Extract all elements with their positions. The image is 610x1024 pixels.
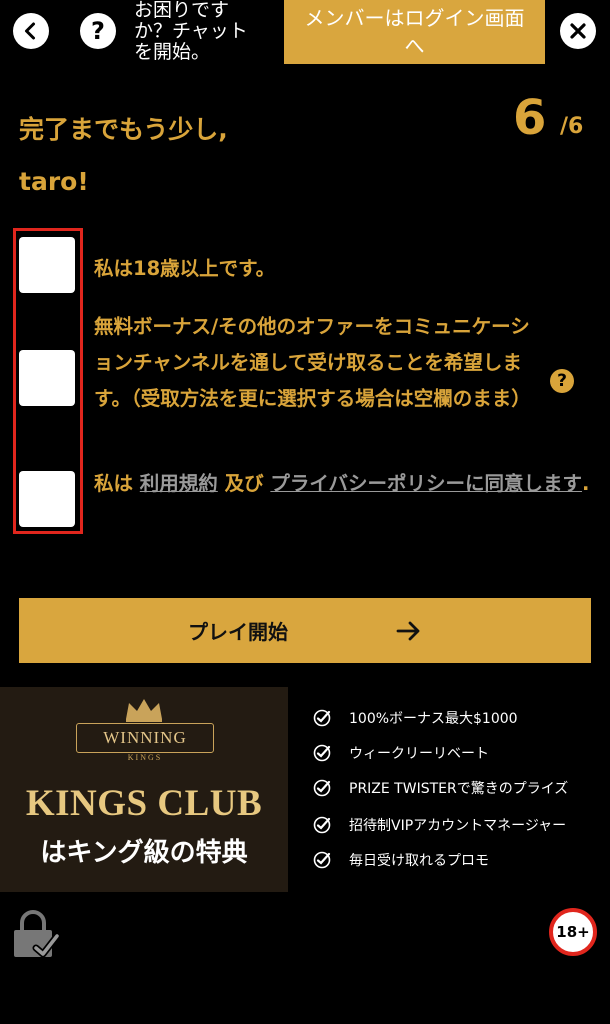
close-icon	[570, 23, 586, 39]
terms-checkbox[interactable]	[19, 471, 75, 527]
step-current: 6	[513, 90, 547, 146]
page-title: 完了までもう少し,	[19, 115, 228, 144]
play-start-button[interactable]: プレイ開始	[19, 598, 591, 663]
user-name: taro!	[19, 167, 89, 196]
terms-consent-label: 私は 利用規約 及び プライバシーポリシーに同意します.	[94, 466, 594, 502]
feature-item: 毎日受け取れるプロモ	[313, 850, 603, 870]
age-checkbox[interactable]	[19, 237, 75, 293]
help-chat-button[interactable]: ?	[80, 13, 116, 49]
back-button[interactable]	[13, 13, 49, 49]
feature-text: PRIZE TWISTERで驚きのプライズ	[349, 781, 569, 797]
privacy-link[interactable]: プライバシーポリシーに同意します	[270, 472, 582, 495]
kings-club-banner: WINNING KINGS KINGS CLUB はキング級の特典	[0, 687, 288, 892]
help-chat-text[interactable]: お困りですか？チャットを開始。	[134, 0, 264, 63]
feature-text: 100%ボーナス最大$1000	[349, 711, 518, 727]
question-icon[interactable]: ?	[550, 369, 574, 393]
lock-icon	[10, 910, 61, 964]
terms-link[interactable]: 利用規約	[140, 472, 218, 495]
marketing-checkbox[interactable]	[19, 350, 75, 406]
check-icon	[313, 851, 331, 869]
play-start-label: プレイ開始	[188, 620, 288, 644]
arrow-right-icon	[396, 620, 422, 642]
terms-prefix: 私は	[94, 472, 140, 495]
age-restriction-badge: 18+	[549, 908, 597, 956]
check-icon	[313, 779, 331, 797]
help-icon: ?	[91, 17, 105, 45]
check-icon	[313, 709, 331, 727]
feature-item: ウィークリーリベート	[313, 743, 603, 763]
feature-item: PRIZE TWISTERで驚きのプライズ	[313, 778, 603, 798]
step-total: /6	[560, 114, 584, 139]
marketing-consent-label: 無料ボーナス/その他のオファーをコミュニケーションチャンネルを通して受け取ること…	[94, 315, 531, 410]
age-consent-label: 私は18歳以上です。	[94, 257, 276, 280]
feature-text: 毎日受け取れるプロモ	[349, 853, 489, 869]
terms-suffix: .	[582, 472, 590, 495]
feature-text: ウィークリーリベート	[349, 746, 489, 762]
close-button[interactable]	[560, 13, 596, 49]
terms-and: 及び	[217, 472, 271, 495]
club-title: KINGS CLUB	[25, 783, 263, 824]
brand-logo-sub: KINGS	[127, 753, 163, 762]
check-icon	[313, 816, 331, 834]
feature-text: 招待制VIPアカウントマネージャー	[349, 818, 567, 834]
brand-logo: WINNING	[76, 723, 214, 753]
club-tagline: はキング級の特典	[40, 838, 248, 868]
back-icon	[25, 22, 35, 40]
check-icon	[313, 744, 331, 762]
feature-item: 100%ボーナス最大$1000	[313, 708, 603, 728]
member-login-button[interactable]: メンバーはログイン画面へ	[284, 0, 545, 64]
feature-item: 招待制VIPアカウントマネージャー	[313, 815, 603, 835]
